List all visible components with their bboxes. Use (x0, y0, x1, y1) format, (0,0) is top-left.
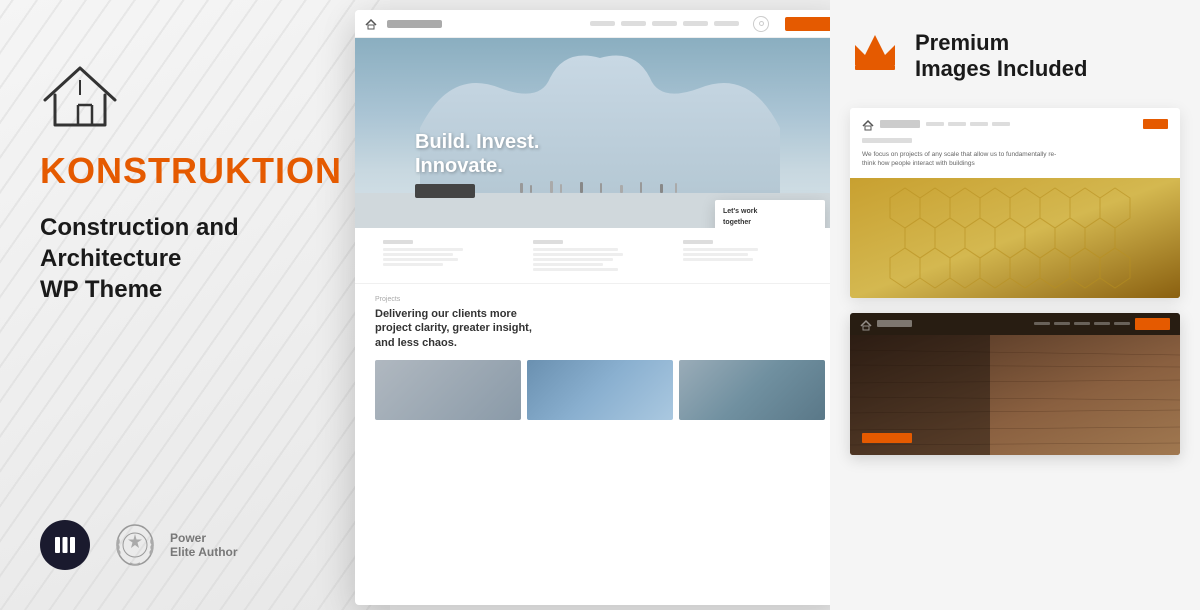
project-image-2 (527, 360, 673, 420)
right-panel: Premium Images Included (830, 0, 1200, 610)
projects-label: Projects (375, 296, 825, 303)
premium-badge: Premium Images Included (850, 20, 1180, 93)
badges: Power Elite Author (40, 520, 238, 570)
right-card-nav (862, 118, 1168, 130)
tagline: Construction and Architecture WP Theme (40, 212, 239, 306)
elite-author-text: Power Elite Author (170, 531, 238, 559)
left-panel: KONSTRUKTION Construction and Architectu… (0, 0, 390, 610)
right-card-image (850, 178, 1180, 298)
mockup-navbar (355, 10, 845, 38)
stat-col-3 (675, 240, 825, 271)
elementor-badge (40, 520, 90, 570)
cta-card: Let's work together (715, 200, 825, 228)
right-card-2-cta (1135, 318, 1170, 330)
nav-items (590, 21, 739, 26)
right-card-2-nav (850, 313, 1180, 335)
crown-icon (850, 30, 900, 70)
project-image-3 (679, 360, 825, 420)
elite-author-badge: Power Elite Author (110, 520, 238, 570)
right-card-1: We focus on projects of any scale that a… (850, 108, 1180, 298)
stat-col-1 (375, 240, 525, 271)
right-card-text: We focus on projects of any scale that a… (862, 150, 1062, 168)
projects-title: Delivering our clients moreproject clari… (375, 307, 825, 350)
right-card-2: The bestLos Angelescontractor forhome re… (850, 313, 1180, 455)
right-card-2-body: The bestLos Angelescontractor forhome re… (850, 335, 1180, 455)
cta-card-title: Let's work (723, 208, 817, 215)
premium-text: Premium Images Included (915, 30, 1087, 83)
hero-text: Build. Invest. Innovate. (415, 130, 539, 178)
right-card-top: We focus on projects of any scale that a… (850, 108, 1180, 178)
right-card-2-nav-items (1034, 322, 1130, 325)
logo-icon (40, 60, 120, 130)
project-image-1 (375, 360, 521, 420)
hero-cta-button[interactable] (415, 184, 475, 198)
right-card-2-logo (877, 320, 912, 327)
right-card-nav-items (926, 122, 1010, 126)
center-mockup: Build. Invest. Innovate. Let's work toge… (355, 10, 845, 605)
stat-col-2 (525, 240, 675, 271)
cta-card-sub: together (723, 219, 817, 226)
right-card-logo (880, 120, 920, 128)
nav-cta (785, 17, 835, 31)
mockup-projects: Projects Delivering our clients moreproj… (355, 284, 845, 432)
right-card-2-button[interactable] (862, 433, 912, 443)
brand-name: KONSTRUKTION (40, 150, 342, 192)
mockup-hero: Build. Invest. Innovate. Let's work toge… (355, 38, 845, 228)
mockup-stats (355, 228, 845, 284)
project-images (375, 360, 825, 420)
